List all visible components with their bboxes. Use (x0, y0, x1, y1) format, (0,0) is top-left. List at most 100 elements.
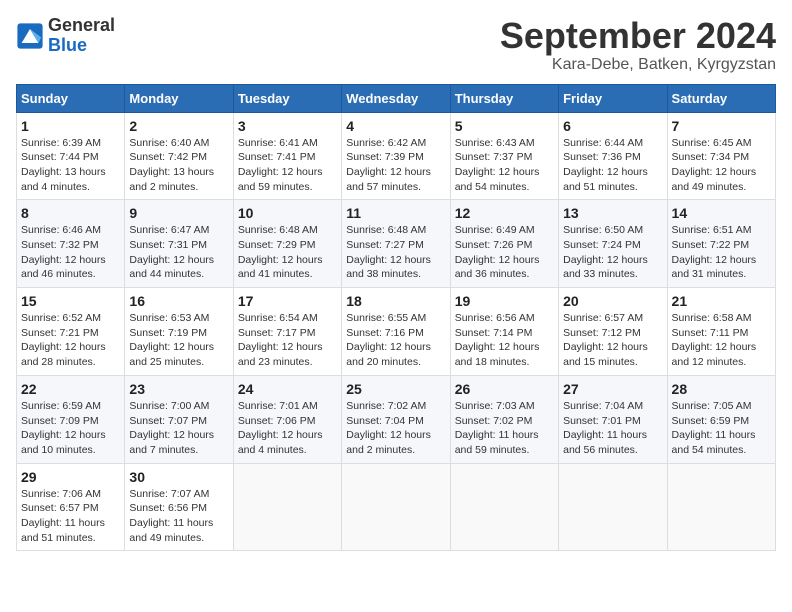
day-cell: 11 Sunrise: 6:48 AMSunset: 7:27 PMDayligh… (342, 200, 450, 288)
day-info: Sunrise: 6:44 AMSunset: 7:36 PMDaylight:… (563, 136, 662, 195)
day-number: 30 (129, 469, 228, 485)
day-number: 17 (238, 293, 337, 309)
day-info: Sunrise: 6:52 AMSunset: 7:21 PMDaylight:… (21, 311, 120, 370)
day-number: 5 (455, 118, 554, 134)
week-row-4: 22 Sunrise: 6:59 AMSunset: 7:09 PMDayligh… (17, 375, 776, 463)
day-cell (450, 463, 558, 551)
day-info: Sunrise: 6:39 AMSunset: 7:44 PMDaylight:… (21, 136, 120, 195)
day-info: Sunrise: 7:07 AMSunset: 6:56 PMDaylight:… (129, 487, 228, 546)
day-info: Sunrise: 6:46 AMSunset: 7:32 PMDaylight:… (21, 223, 120, 282)
day-cell (342, 463, 450, 551)
day-number: 9 (129, 205, 228, 221)
day-info: Sunrise: 7:02 AMSunset: 7:04 PMDaylight:… (346, 399, 445, 458)
day-number: 26 (455, 381, 554, 397)
day-cell: 10Sunrise: 6:48 AMSunset: 7:29 PMDayligh… (233, 200, 341, 288)
day-cell: 21 Sunrise: 6:58 AMSunset: 7:11 PMDayligh… (667, 288, 775, 376)
day-info: Sunrise: 6:45 AMSunset: 7:34 PMDaylight:… (672, 136, 771, 195)
day-cell: 14Sunrise: 6:51 AMSunset: 7:22 PMDayligh… (667, 200, 775, 288)
day-number: 24 (238, 381, 337, 397)
logo-blue-text: Blue (48, 35, 87, 55)
day-number: 27 (563, 381, 662, 397)
day-cell: 27 Sunrise: 7:04 AMSunset: 7:01 PMDayligh… (559, 375, 667, 463)
day-cell: 29 Sunrise: 7:06 AMSunset: 6:57 PMDayligh… (17, 463, 125, 551)
day-number: 7 (672, 118, 771, 134)
day-cell: 26 Sunrise: 7:03 AMSunset: 7:02 PMDayligh… (450, 375, 558, 463)
day-info: Sunrise: 6:59 AMSunset: 7:09 PMDaylight:… (21, 399, 120, 458)
weekday-header-monday: Monday (125, 84, 233, 112)
day-number: 4 (346, 118, 445, 134)
day-info: Sunrise: 6:57 AMSunset: 7:12 PMDaylight:… (563, 311, 662, 370)
week-row-3: 15 Sunrise: 6:52 AMSunset: 7:21 PMDayligh… (17, 288, 776, 376)
day-number: 23 (129, 381, 228, 397)
day-info: Sunrise: 7:04 AMSunset: 7:01 PMDaylight:… (563, 399, 662, 458)
day-cell (233, 463, 341, 551)
day-number: 8 (21, 205, 120, 221)
day-number: 25 (346, 381, 445, 397)
day-cell: 18 Sunrise: 6:55 AMSunset: 7:16 PMDayligh… (342, 288, 450, 376)
day-cell: 8 Sunrise: 6:46 AMSunset: 7:32 PMDaylight… (17, 200, 125, 288)
day-number: 3 (238, 118, 337, 134)
day-cell: 1 Sunrise: 6:39 AMSunset: 7:44 PMDaylight… (17, 112, 125, 200)
day-cell: 6 Sunrise: 6:44 AMSunset: 7:36 PMDaylight… (559, 112, 667, 200)
day-cell: 17 Sunrise: 6:54 AMSunset: 7:17 PMDayligh… (233, 288, 341, 376)
location: Kara-Debe, Batken, Kyrgyzstan (500, 56, 776, 74)
day-number: 11 (346, 205, 445, 221)
day-info: Sunrise: 7:01 AMSunset: 7:06 PMDaylight:… (238, 399, 337, 458)
page-header: General Blue September 2024 Kara-Debe, B… (16, 16, 776, 74)
day-info: Sunrise: 6:55 AMSunset: 7:16 PMDaylight:… (346, 311, 445, 370)
day-info: Sunrise: 7:06 AMSunset: 6:57 PMDaylight:… (21, 487, 120, 546)
day-info: Sunrise: 7:03 AMSunset: 7:02 PMDaylight:… (455, 399, 554, 458)
day-number: 21 (672, 293, 771, 309)
weekday-header-friday: Friday (559, 84, 667, 112)
day-number: 1 (21, 118, 120, 134)
day-cell: 2Sunrise: 6:40 AMSunset: 7:42 PMDaylight… (125, 112, 233, 200)
day-number: 13 (563, 205, 662, 221)
weekday-header-row: SundayMondayTuesdayWednesdayThursdayFrid… (17, 84, 776, 112)
day-number: 6 (563, 118, 662, 134)
day-cell (667, 463, 775, 551)
day-info: Sunrise: 7:00 AMSunset: 7:07 PMDaylight:… (129, 399, 228, 458)
day-number: 15 (21, 293, 120, 309)
day-info: Sunrise: 6:49 AMSunset: 7:26 PMDaylight:… (455, 223, 554, 282)
day-cell: 9 Sunrise: 6:47 AMSunset: 7:31 PMDaylight… (125, 200, 233, 288)
day-number: 18 (346, 293, 445, 309)
day-info: Sunrise: 6:48 AMSunset: 7:27 PMDaylight:… (346, 223, 445, 282)
day-number: 2 (129, 118, 228, 134)
day-number: 16 (129, 293, 228, 309)
day-info: Sunrise: 6:56 AMSunset: 7:14 PMDaylight:… (455, 311, 554, 370)
day-cell: 15 Sunrise: 6:52 AMSunset: 7:21 PMDayligh… (17, 288, 125, 376)
week-row-5: 29 Sunrise: 7:06 AMSunset: 6:57 PMDayligh… (17, 463, 776, 551)
day-info: Sunrise: 6:58 AMSunset: 7:11 PMDaylight:… (672, 311, 771, 370)
day-cell: 7 Sunrise: 6:45 AMSunset: 7:34 PMDaylight… (667, 112, 775, 200)
day-cell: 23 Sunrise: 7:00 AMSunset: 7:07 PMDayligh… (125, 375, 233, 463)
logo-icon (16, 22, 44, 50)
day-info: Sunrise: 6:43 AMSunset: 7:37 PMDaylight:… (455, 136, 554, 195)
day-cell: 28 Sunrise: 7:05 AMSunset: 6:59 PMDayligh… (667, 375, 775, 463)
day-number: 20 (563, 293, 662, 309)
day-info: Sunrise: 6:41 AMSunset: 7:41 PMDaylight:… (238, 136, 337, 195)
weekday-header-thursday: Thursday (450, 84, 558, 112)
day-number: 28 (672, 381, 771, 397)
day-info: Sunrise: 6:51 AMSunset: 7:22 PMDaylight:… (672, 223, 771, 282)
logo: General Blue (16, 16, 115, 56)
day-info: Sunrise: 6:48 AMSunset: 7:29 PMDaylight:… (238, 223, 337, 282)
day-number: 22 (21, 381, 120, 397)
day-cell: 12 Sunrise: 6:49 AMSunset: 7:26 PMDayligh… (450, 200, 558, 288)
calendar-table: SundayMondayTuesdayWednesdayThursdayFrid… (16, 84, 776, 552)
day-info: Sunrise: 6:54 AMSunset: 7:17 PMDaylight:… (238, 311, 337, 370)
day-cell: 22 Sunrise: 6:59 AMSunset: 7:09 PMDayligh… (17, 375, 125, 463)
day-cell: 5 Sunrise: 6:43 AMSunset: 7:37 PMDaylight… (450, 112, 558, 200)
day-cell: 13Sunrise: 6:50 AMSunset: 7:24 PMDayligh… (559, 200, 667, 288)
day-number: 12 (455, 205, 554, 221)
day-cell: 3 Sunrise: 6:41 AMSunset: 7:41 PMDaylight… (233, 112, 341, 200)
week-row-1: 1 Sunrise: 6:39 AMSunset: 7:44 PMDaylight… (17, 112, 776, 200)
day-info: Sunrise: 6:42 AMSunset: 7:39 PMDaylight:… (346, 136, 445, 195)
weekday-header-tuesday: Tuesday (233, 84, 341, 112)
day-info: Sunrise: 6:47 AMSunset: 7:31 PMDaylight:… (129, 223, 228, 282)
weekday-header-sunday: Sunday (17, 84, 125, 112)
day-cell: 24 Sunrise: 7:01 AMSunset: 7:06 PMDayligh… (233, 375, 341, 463)
logo-general-text: General (48, 15, 115, 35)
day-number: 29 (21, 469, 120, 485)
month-title: September 2024 (500, 16, 776, 56)
day-info: Sunrise: 7:05 AMSunset: 6:59 PMDaylight:… (672, 399, 771, 458)
